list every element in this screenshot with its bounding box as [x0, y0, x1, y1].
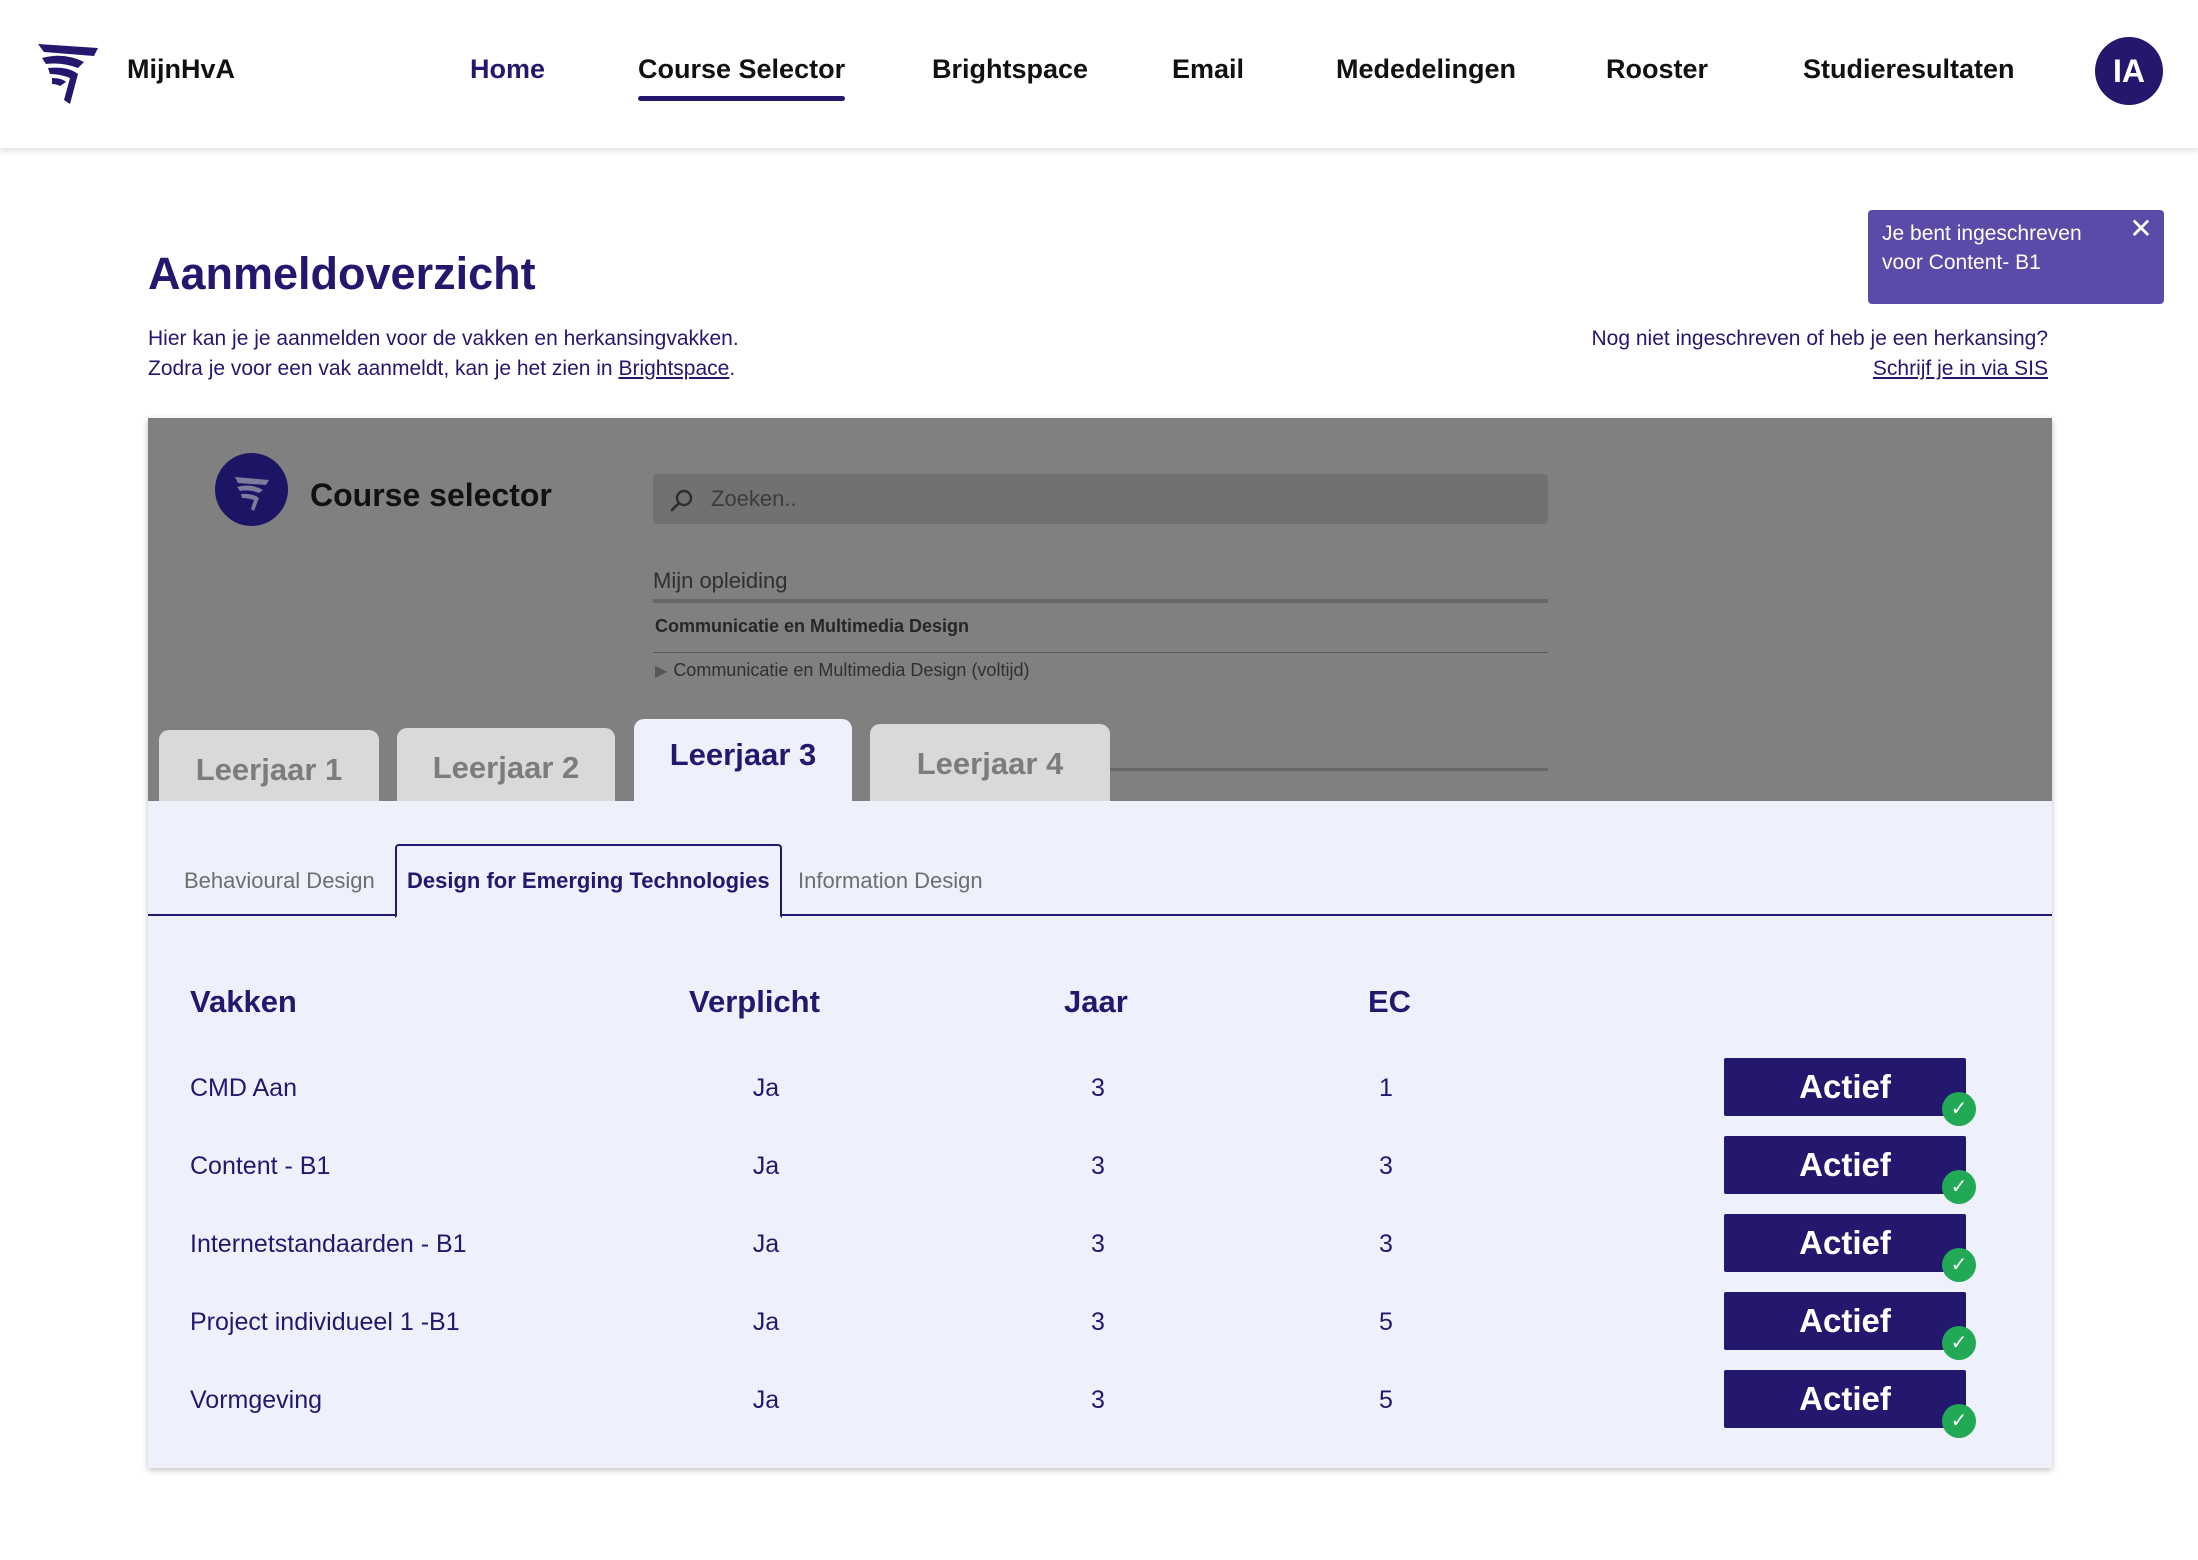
jaar-value: 3	[1091, 1308, 1105, 1336]
course-selector-panel: Course selector Mijn opleiding Communica…	[148, 418, 2052, 1468]
tab-leerjaar-1[interactable]: Leerjaar 1	[159, 730, 379, 805]
hva-logo-icon	[235, 477, 269, 511]
vak-name: Content - B1	[190, 1152, 331, 1180]
verplicht-value: Ja	[752, 1152, 780, 1180]
sis-question: Nog niet ingeschreven of heb je een herk…	[1591, 327, 2048, 350]
actief-button[interactable]: Actief	[1724, 1058, 1966, 1116]
check-icon: ✓	[1942, 1092, 1976, 1126]
verplicht-value: Ja	[752, 1308, 780, 1336]
ec-value: 3	[1379, 1230, 1393, 1258]
actief-button[interactable]: Actief	[1724, 1292, 1966, 1350]
jaar-value: 3	[1091, 1230, 1105, 1258]
nav-email[interactable]: Email	[1172, 54, 1244, 85]
intro-line-1: Hier kan je je aanmelden voor de vakken …	[148, 327, 739, 350]
track-tabs: Behavioural Design Design for Emerging T…	[148, 801, 2052, 918]
intro-text: Hier kan je je aanmelden voor de vakken …	[148, 324, 739, 384]
vak-name: Internetstandaarden - B1	[190, 1230, 467, 1258]
opleiding-variant-label: Communicatie en Multimedia Design (volti…	[673, 660, 1030, 680]
sis-link[interactable]: Schrijf je in via SIS	[1592, 354, 2048, 384]
jaar-value: 3	[1091, 1152, 1105, 1180]
tab-label: Leerjaar 4	[916, 746, 1064, 781]
column-header-verplicht: Verplicht	[689, 984, 820, 1019]
opleiding-name[interactable]: Communicatie en Multimedia Design	[655, 616, 969, 637]
intro-line-2-prefix: Zodra je voor een vak aanmeldt, kan je h…	[148, 357, 619, 380]
hva-logo-icon[interactable]	[34, 38, 102, 106]
vak-name: Project individueel 1 -B1	[190, 1308, 460, 1336]
courses-card: Behavioural Design Design for Emerging T…	[148, 801, 2052, 1468]
user-avatar[interactable]: IA	[2095, 37, 2163, 105]
toast-message: Je bent ingeschreven voor Content- B1	[1882, 222, 2082, 274]
divider	[653, 599, 1548, 603]
ec-value: 1	[1379, 1074, 1393, 1102]
nav-studieresultaten[interactable]: Studieresultaten	[1803, 54, 2015, 85]
verplicht-value: Ja	[752, 1230, 780, 1258]
column-header-jaar: Jaar	[1064, 984, 1128, 1019]
jaar-value: 3	[1091, 1074, 1105, 1102]
divider	[653, 652, 1548, 653]
intro-line-2: Zodra je voor een vak aanmeldt, kan je h…	[148, 354, 739, 384]
tab-leerjaar-4[interactable]: Leerjaar 4	[870, 724, 1110, 801]
verplicht-value: Ja	[752, 1386, 780, 1414]
sis-info: Nog niet ingeschreven of heb je een herk…	[1592, 324, 2048, 384]
page-title: Aanmeldoverzicht	[148, 248, 536, 299]
nav-mededelingen[interactable]: Mededelingen	[1336, 54, 1516, 85]
ec-value: 5	[1379, 1308, 1393, 1336]
jaar-value: 3	[1091, 1386, 1105, 1414]
table-row: CMD Aan Ja 3 1 Actief ✓	[148, 1049, 2052, 1127]
table-row: Project individueel 1 -B1 Ja 3 5 Actief …	[148, 1283, 2052, 1361]
brand-name[interactable]: MijnHvA	[127, 54, 235, 85]
course-selector-title: Course selector	[310, 477, 552, 513]
tab-information-design[interactable]: Information Design	[786, 844, 995, 918]
intro-line-2-suffix: .	[729, 357, 736, 380]
tab-design-for-emerging-technologies[interactable]: Design for Emerging Technologies	[395, 844, 782, 918]
tab-label: Leerjaar 3	[669, 737, 817, 772]
nav-home[interactable]: Home	[470, 54, 545, 85]
tab-leerjaar-2[interactable]: Leerjaar 2	[397, 728, 615, 803]
ec-value: 3	[1379, 1152, 1393, 1180]
triangle-right-icon: ▶	[655, 663, 668, 680]
nav-rooster[interactable]: Rooster	[1606, 54, 1708, 85]
search-input[interactable]	[711, 474, 1531, 524]
opleiding-variant-item[interactable]: ▶ Communicatie en Multimedia Design (volt…	[655, 660, 1029, 681]
tab-label: Leerjaar 1	[195, 752, 343, 787]
course-selector-logo-icon	[215, 453, 288, 526]
close-icon[interactable]: ✕	[2126, 214, 2156, 244]
actief-button[interactable]: Actief	[1724, 1370, 1966, 1428]
check-icon: ✓	[1942, 1404, 1976, 1438]
ec-value: 5	[1379, 1386, 1393, 1414]
check-icon: ✓	[1942, 1326, 1976, 1360]
check-icon: ✓	[1942, 1170, 1976, 1204]
table-row: Vormgeving Ja 3 5 Actief ✓	[148, 1361, 2052, 1439]
column-header-vakken: Vakken	[190, 984, 297, 1019]
verplicht-value: Ja	[752, 1074, 780, 1102]
vak-name: Vormgeving	[190, 1386, 323, 1414]
actief-button[interactable]: Actief	[1724, 1136, 1966, 1194]
table-row: Content - B1 Ja 3 3 Actief ✓	[148, 1127, 2052, 1205]
top-navigation-bar: MijnHvA Home Course Selector Brightspace…	[0, 0, 2198, 148]
nav-course-selector[interactable]: Course Selector	[638, 54, 846, 101]
column-header-ec: EC	[1368, 984, 1412, 1019]
vak-name: CMD Aan	[190, 1074, 297, 1102]
tab-label: Leerjaar 2	[432, 750, 580, 785]
tab-behavioural-design[interactable]: Behavioural Design	[172, 844, 387, 918]
check-icon: ✓	[1942, 1248, 1976, 1282]
table-row: Internetstandaarden - B1 Ja 3 3 Actief ✓	[148, 1205, 2052, 1283]
actief-button[interactable]: Actief	[1724, 1214, 1966, 1272]
nav-brightspace[interactable]: Brightspace	[932, 54, 1088, 85]
enrollment-toast: Je bent ingeschreven voor Content- B1 ✕	[1868, 210, 2164, 304]
search-bar	[653, 474, 1548, 524]
search-icon	[670, 489, 693, 512]
tab-leerjaar-3[interactable]: Leerjaar 3	[634, 719, 852, 801]
brightspace-link[interactable]: Brightspace	[618, 357, 729, 380]
opleiding-label: Mijn opleiding	[653, 568, 788, 593]
